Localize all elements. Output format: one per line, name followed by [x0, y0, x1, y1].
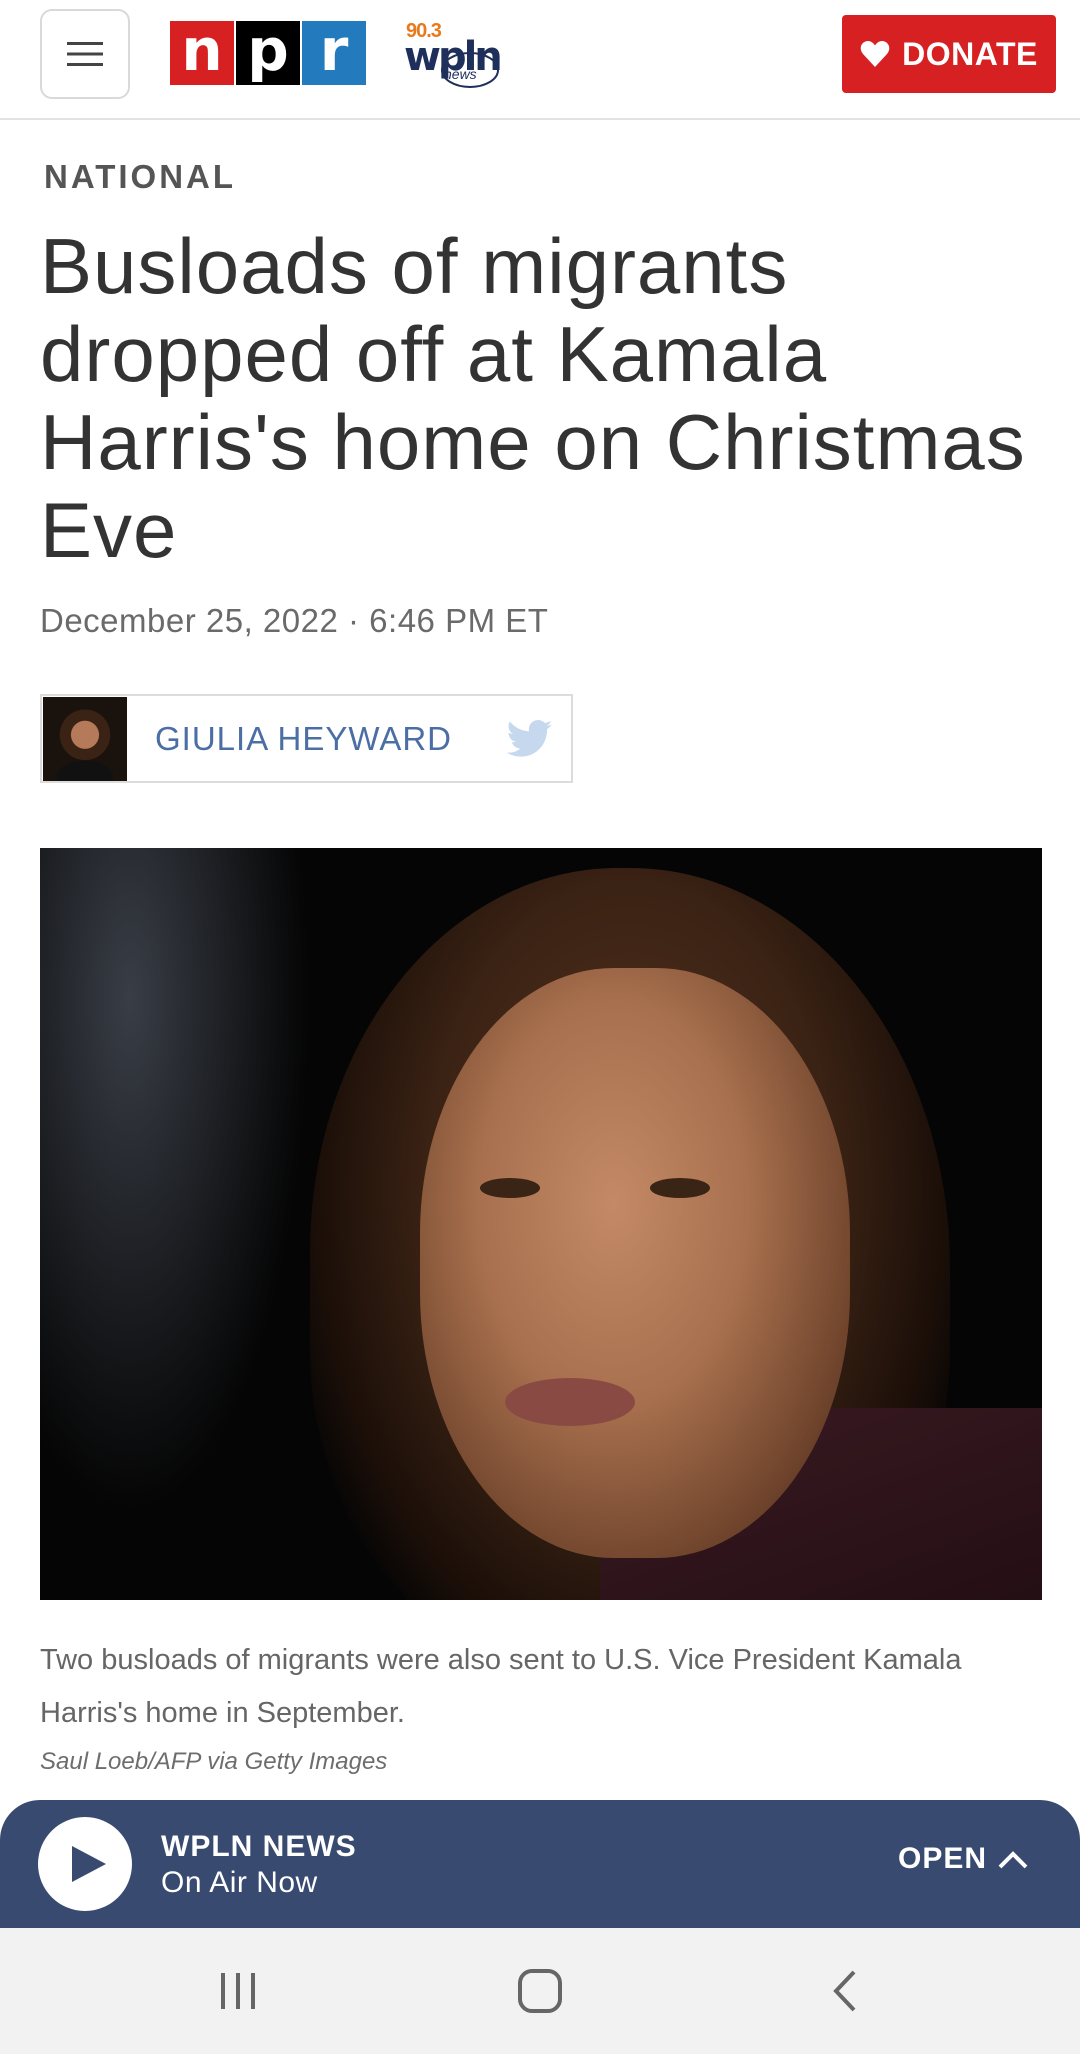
photo-subject-eye-left [480, 1178, 540, 1198]
heart-icon [860, 41, 890, 67]
donate-button[interactable]: DONATE [842, 15, 1056, 93]
back-icon [833, 1970, 856, 2012]
play-button[interactable] [38, 1817, 132, 1911]
wpln-logo[interactable]: 90.3 wpln news [404, 20, 503, 90]
donate-label: DONATE [902, 35, 1038, 72]
chevron-up-icon [998, 1851, 1028, 1869]
play-icon [72, 1846, 106, 1882]
player-station-name: WPLN NEWS [161, 1830, 357, 1863]
photo-subject-mouth [505, 1378, 635, 1426]
npr-logo-letter-n: n [170, 21, 234, 85]
photo-credit: Saul Loeb/AFP via Getty Images [40, 1748, 388, 1775]
recents-icon [221, 1973, 255, 2009]
hamburger-icon [67, 42, 103, 66]
player-open-button[interactable]: OPEN [898, 1842, 1029, 1876]
npr-logo[interactable]: n p r [170, 21, 366, 85]
player-status: On Air Now [161, 1866, 318, 1899]
photo-subject-eye-right [650, 1178, 710, 1198]
photo-caption: Two busloads of migrants were also sent … [40, 1644, 962, 1729]
recents-button[interactable] [208, 1966, 268, 2016]
back-button[interactable] [815, 1966, 875, 2016]
photo-background-light [40, 848, 340, 1600]
author-name[interactable]: GIULIA HEYWARD [155, 720, 452, 758]
player-open-label: OPEN [898, 1842, 988, 1875]
author-avatar [43, 696, 127, 781]
home-icon [518, 1969, 562, 2013]
article-dateline: December 25, 2022 · 6:46 PM ET [40, 602, 549, 639]
system-navigation-bar [0, 1928, 1080, 2054]
npr-logo-letter-r: r [302, 21, 366, 85]
wpln-news-label: news [444, 66, 477, 82]
menu-button[interactable] [40, 9, 130, 99]
home-button[interactable] [510, 1966, 570, 2016]
article-photo[interactable] [40, 848, 1042, 1600]
npr-logo-letter-p: p [236, 21, 300, 85]
site-header: n p r 90.3 wpln news DONATE [0, 0, 1080, 120]
photo-subject-face [420, 968, 850, 1558]
twitter-icon[interactable] [507, 719, 553, 759]
article-headline: Busloads of migrants dropped off at Kama… [40, 222, 1026, 574]
live-player-bar[interactable]: WPLN NEWS On Air Now OPEN [0, 1800, 1080, 1928]
section-slug[interactable]: NATIONAL [44, 158, 236, 196]
author-byline[interactable]: GIULIA HEYWARD [40, 694, 573, 783]
